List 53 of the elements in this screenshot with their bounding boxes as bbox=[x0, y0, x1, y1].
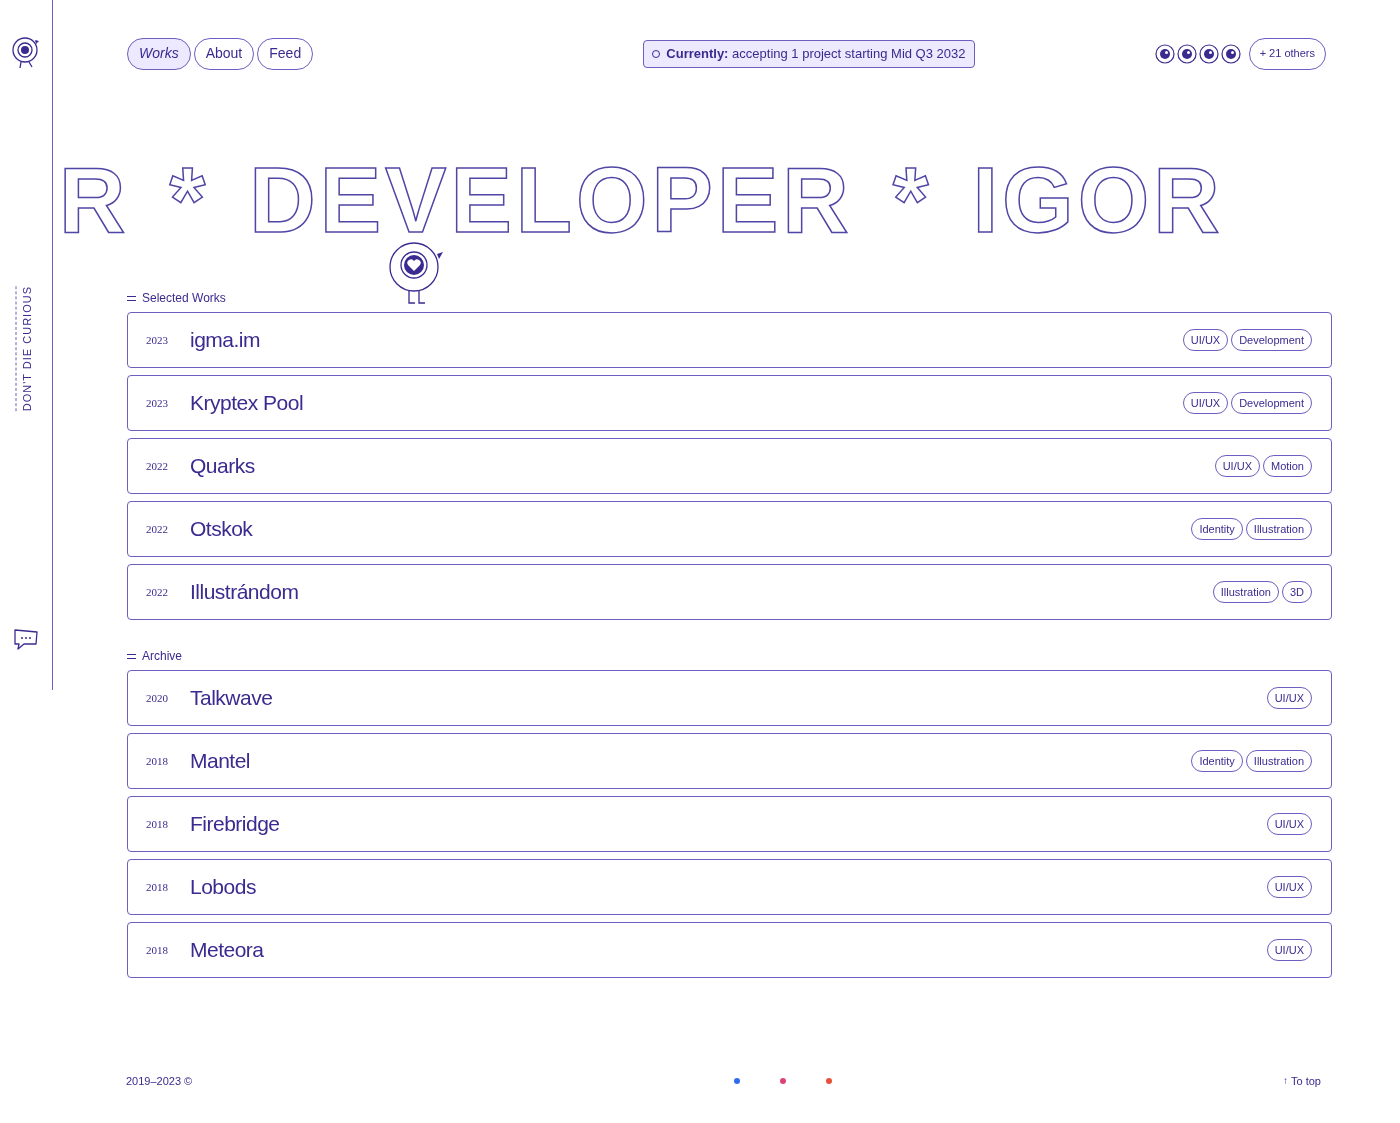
project-year: 2018 bbox=[146, 816, 169, 832]
project-name: Mantel bbox=[190, 748, 251, 775]
project-year: 2018 bbox=[146, 879, 169, 895]
equals-icon bbox=[127, 653, 136, 659]
to-top-link[interactable]: ↑ To top bbox=[1283, 1072, 1321, 1089]
mascot-logo-icon[interactable] bbox=[11, 36, 41, 70]
project-name: Lobods bbox=[190, 874, 256, 901]
project-row[interactable]: 2022 Otskok Identity Illustration bbox=[127, 501, 1332, 557]
mascot-heart-drawing bbox=[389, 242, 445, 306]
project-row[interactable]: 2020 Talkwave UI/UX bbox=[127, 670, 1332, 726]
project-year: 2020 bbox=[146, 690, 169, 706]
tagline-text: DON'T DIE CURIOUS bbox=[16, 286, 36, 412]
project-name: igma.im bbox=[190, 327, 260, 354]
project-row[interactable]: 2022 Quarks UI/UX Motion bbox=[127, 438, 1332, 494]
project-year: 2018 bbox=[146, 753, 169, 769]
visitor-avatar-icon bbox=[1154, 43, 1175, 64]
project-name: Talkwave bbox=[190, 685, 273, 712]
project-year: 2023 bbox=[146, 395, 169, 411]
visitor-avatar-icon bbox=[1198, 43, 1219, 64]
project-row[interactable]: 2018 Meteora UI/UX bbox=[127, 922, 1332, 978]
project-name: Quarks bbox=[190, 453, 255, 480]
project-name: Illustrándom bbox=[190, 579, 299, 606]
section-title: Archive bbox=[142, 648, 182, 665]
project-row[interactable]: 2018 Firebridge UI/UX bbox=[127, 796, 1332, 852]
project-year: 2023 bbox=[146, 332, 169, 348]
project-name: Meteora bbox=[190, 937, 264, 964]
project-row[interactable]: 2023 igma.im UI/UX Development bbox=[127, 312, 1332, 368]
project-name: Kryptex Pool bbox=[190, 390, 304, 417]
project-year: 2022 bbox=[146, 521, 169, 537]
project-year: 2022 bbox=[146, 458, 169, 474]
marquee-text: * bbox=[892, 154, 933, 246]
project-row[interactable]: 2022 Illustrándom Illustration 3D bbox=[127, 564, 1332, 620]
project-year: 2018 bbox=[146, 942, 169, 958]
project-name: Otskok bbox=[190, 516, 253, 543]
marquee-text: IGOR bbox=[972, 154, 1224, 246]
marquee-text: * bbox=[169, 154, 210, 246]
project-row[interactable]: 2018 Mantel Identity Illustration bbox=[127, 733, 1332, 789]
nav-tab[interactable]: Works bbox=[127, 37, 191, 70]
marquee-text: R bbox=[59, 154, 130, 246]
project-row[interactable]: 2018 Lobods UI/UX bbox=[127, 859, 1332, 915]
copyright-text: 2019–2023 © bbox=[126, 1073, 193, 1089]
status-text: Currently: accepting 1 project starting Mid Q3 2032 bbox=[666, 44, 966, 63]
chat-bubble-icon[interactable] bbox=[12, 627, 40, 652]
marquee-text: DEVELOPER bbox=[249, 154, 853, 246]
project-row[interactable]: 2023 Kryptex Pool UI/UX Development bbox=[127, 375, 1332, 431]
project-name: Firebridge bbox=[190, 811, 280, 838]
equals-icon bbox=[127, 295, 136, 301]
visitor-avatar-icon bbox=[1220, 43, 1241, 64]
section-title: Selected Works bbox=[142, 290, 226, 307]
nav-tab[interactable]: Feed bbox=[257, 37, 314, 70]
nav-tab[interactable]: About bbox=[193, 37, 255, 70]
visitor-avatar-icon bbox=[1176, 43, 1197, 64]
project-year: 2022 bbox=[146, 584, 169, 600]
